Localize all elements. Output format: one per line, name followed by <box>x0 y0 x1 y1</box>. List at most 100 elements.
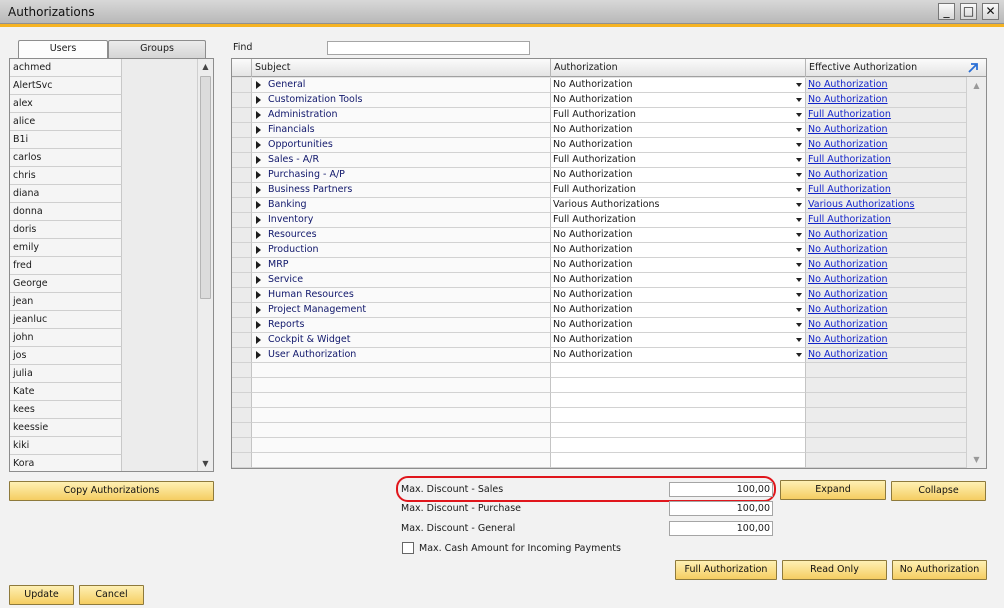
subject-cell[interactable]: Sales - A/R <box>252 153 551 168</box>
dropdown-arrow-icon[interactable] <box>796 218 802 222</box>
expand-triangle-icon[interactable] <box>256 111 261 119</box>
dropdown-arrow-icon[interactable] <box>796 233 802 237</box>
subject-cell[interactable]: Purchasing - A/P <box>252 168 551 183</box>
user-list-item[interactable]: jean <box>10 293 122 311</box>
authorization-dropdown[interactable]: Full Authorization <box>551 108 806 123</box>
max-discount-sales-field[interactable]: 100,00 <box>669 482 773 497</box>
minimize-button[interactable]: _ <box>938 3 955 20</box>
max-cash-checkbox[interactable] <box>402 542 414 554</box>
expand-triangle-icon[interactable] <box>256 231 261 239</box>
subject-cell[interactable]: Service <box>252 273 551 288</box>
grid-row[interactable]: User Authorization No Authorization No Aut… <box>232 348 967 363</box>
dropdown-arrow-icon[interactable] <box>796 323 802 327</box>
tab-groups[interactable]: Groups <box>108 40 206 58</box>
expand-triangle-icon[interactable] <box>256 171 261 179</box>
authorization-dropdown[interactable]: No Authorization <box>551 333 806 348</box>
authorization-dropdown[interactable]: Full Authorization <box>551 153 806 168</box>
grid-row[interactable]: Production No Authorization No Authorizati… <box>232 243 967 258</box>
scroll-thumb[interactable] <box>200 76 211 299</box>
effective-authorization-cell[interactable]: No Authorization <box>806 288 967 303</box>
dropdown-arrow-icon[interactable] <box>796 98 802 102</box>
no-authorization-button[interactable]: No Authorization <box>892 560 987 580</box>
row-selector[interactable] <box>232 153 252 168</box>
row-selector[interactable] <box>232 318 252 333</box>
grid-scroll-down-icon[interactable]: ▼ <box>971 454 982 465</box>
effective-authorization-cell[interactable]: No Authorization <box>806 348 967 363</box>
authorization-dropdown[interactable]: Various Authorizations <box>551 198 806 213</box>
grid-row[interactable]: Financials No Authorization No Authorizati… <box>232 123 967 138</box>
row-selector[interactable] <box>232 138 252 153</box>
header-authorization[interactable]: Authorization <box>551 59 806 77</box>
effective-authorization-link[interactable]: Full Authorization <box>808 184 891 195</box>
effective-authorization-link[interactable]: No Authorization <box>808 304 888 315</box>
effective-authorization-link[interactable]: Full Authorization <box>808 154 891 165</box>
effective-authorization-cell[interactable]: Full Authorization <box>806 183 967 198</box>
max-discount-purchase-field[interactable]: 100,00 <box>669 501 773 516</box>
row-selector[interactable] <box>232 183 252 198</box>
expand-triangle-icon[interactable] <box>256 351 261 359</box>
user-list-item[interactable]: kees <box>10 401 122 419</box>
grid-row[interactable]: Human Resources No Authorization No Author… <box>232 288 967 303</box>
user-list-item[interactable]: achmed <box>10 59 122 77</box>
dropdown-arrow-icon[interactable] <box>796 353 802 357</box>
authorization-dropdown[interactable]: No Authorization <box>551 93 806 108</box>
dropdown-arrow-icon[interactable] <box>796 263 802 267</box>
row-selector[interactable] <box>232 288 252 303</box>
tab-users[interactable]: Users <box>18 40 108 59</box>
copy-authorizations-button[interactable]: Copy Authorizations <box>9 481 214 501</box>
subject-cell[interactable]: Cockpit & Widget <box>252 333 551 348</box>
user-list-item[interactable]: B1i <box>10 131 122 149</box>
row-selector[interactable] <box>232 228 252 243</box>
subject-cell[interactable]: MRP <box>252 258 551 273</box>
dropdown-arrow-icon[interactable] <box>796 113 802 117</box>
row-selector[interactable] <box>232 78 252 93</box>
effective-authorization-link[interactable]: No Authorization <box>808 244 888 255</box>
effective-authorization-cell[interactable]: No Authorization <box>806 123 967 138</box>
authorization-dropdown[interactable]: Full Authorization <box>551 213 806 228</box>
grid-row[interactable]: Inventory Full Authorization Full Authoriz… <box>232 213 967 228</box>
user-list-item[interactable]: keessie <box>10 419 122 437</box>
grid-row[interactable]: Service No Authorization No Authorization <box>232 273 967 288</box>
subject-cell[interactable]: Human Resources <box>252 288 551 303</box>
authorization-dropdown[interactable]: No Authorization <box>551 273 806 288</box>
subject-cell[interactable]: User Authorization <box>252 348 551 363</box>
grid-row[interactable]: MRP No Authorization No Authorization <box>232 258 967 273</box>
user-list-item[interactable]: chris <box>10 167 122 185</box>
row-selector[interactable] <box>232 168 252 183</box>
authorization-dropdown[interactable]: No Authorization <box>551 168 806 183</box>
scroll-down-icon[interactable]: ▼ <box>200 458 211 469</box>
row-selector[interactable] <box>232 273 252 288</box>
row-selector[interactable] <box>232 243 252 258</box>
user-list-item[interactable]: George <box>10 275 122 293</box>
row-selector[interactable] <box>232 213 252 228</box>
user-list-item[interactable]: fred <box>10 257 122 275</box>
effective-authorization-link[interactable]: No Authorization <box>808 229 888 240</box>
dropdown-arrow-icon[interactable] <box>796 188 802 192</box>
expand-triangle-icon[interactable] <box>256 216 261 224</box>
effective-authorization-cell[interactable]: Full Authorization <box>806 108 967 123</box>
user-list-item[interactable]: emily <box>10 239 122 257</box>
effective-authorization-cell[interactable]: Various Authorizations <box>806 198 967 213</box>
effective-authorization-link[interactable]: No Authorization <box>808 319 888 330</box>
effective-authorization-link[interactable]: No Authorization <box>808 124 888 135</box>
subject-cell[interactable]: Banking <box>252 198 551 213</box>
effective-authorization-cell[interactable]: No Authorization <box>806 303 967 318</box>
effective-authorization-cell[interactable]: No Authorization <box>806 273 967 288</box>
authorization-dropdown[interactable]: No Authorization <box>551 78 806 93</box>
expand-triangle-icon[interactable] <box>256 321 261 329</box>
header-effective-authorization[interactable]: Effective Authorization <box>806 59 986 77</box>
effective-authorization-link[interactable]: No Authorization <box>808 289 888 300</box>
effective-authorization-cell[interactable]: No Authorization <box>806 333 967 348</box>
expand-triangle-icon[interactable] <box>256 246 261 254</box>
user-list-scrollbar[interactable]: ▲ ▼ <box>197 59 213 471</box>
full-authorization-button[interactable]: Full Authorization <box>675 560 777 580</box>
dropdown-arrow-icon[interactable] <box>796 248 802 252</box>
effective-authorization-cell[interactable]: No Authorization <box>806 243 967 258</box>
subject-cell[interactable]: Administration <box>252 108 551 123</box>
row-selector[interactable] <box>232 258 252 273</box>
effective-authorization-cell[interactable]: No Authorization <box>806 168 967 183</box>
user-list-item[interactable]: jeanluc <box>10 311 122 329</box>
expand-triangle-icon[interactable] <box>256 81 261 89</box>
row-selector[interactable] <box>232 303 252 318</box>
user-list-item[interactable]: john <box>10 329 122 347</box>
